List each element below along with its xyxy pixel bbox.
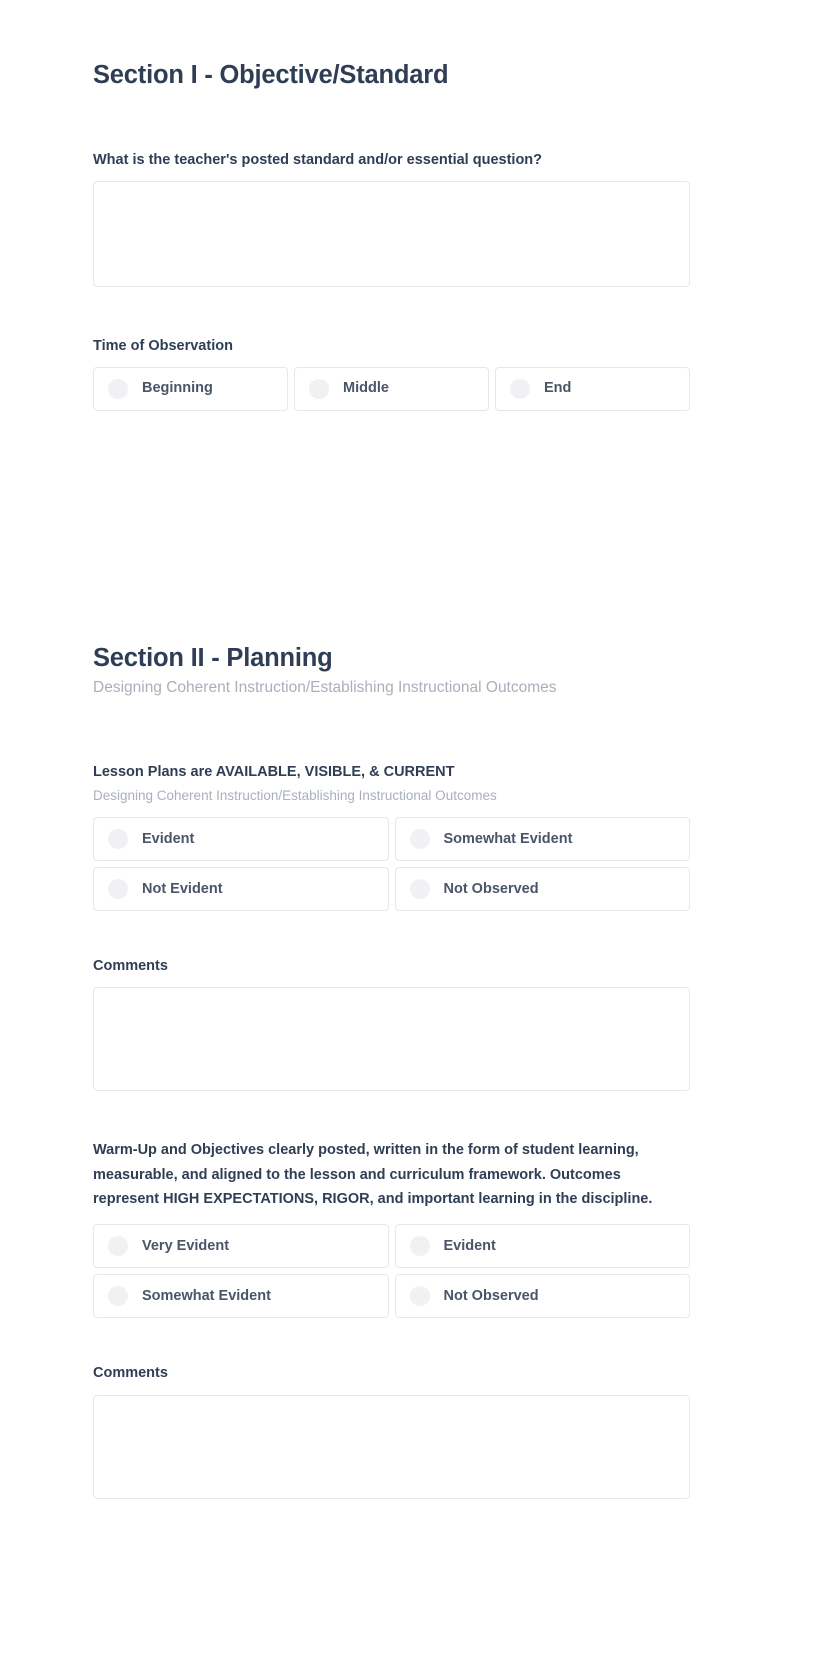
- option-not-observed[interactable]: Not Observed: [394, 866, 690, 911]
- radio-icon[interactable]: [409, 828, 430, 849]
- radio-icon[interactable]: [409, 1236, 430, 1257]
- comments-two-textarea[interactable]: [93, 1394, 690, 1499]
- question-comments-two: Comments: [93, 1362, 690, 1499]
- option-end-label: End: [544, 380, 572, 397]
- section-two-subtitle: Designing Coherent Instruction/Establish…: [93, 679, 557, 697]
- section-one-title: Section I - Objective/Standard: [93, 61, 449, 89]
- section-two-title: Section II - Planning: [93, 643, 333, 672]
- option-not-observed-label: Not Observed: [443, 1288, 539, 1305]
- question-time-of-observation-label: Time of Observation: [93, 338, 233, 355]
- section-two: Section II - Planning Designing Coherent…: [93, 643, 690, 700]
- question-posted-standard: What is the teacher's posted standard an…: [93, 149, 690, 288]
- section-one: Section I - Objective/Standard: [93, 0, 690, 91]
- option-evident-label: Evident: [443, 1238, 496, 1255]
- question-lesson-plans: Lesson Plans are AVAILABLE, VISIBLE, & C…: [93, 761, 690, 911]
- question-lesson-plans-help: Designing Coherent Instruction/Establish…: [93, 787, 497, 803]
- lesson-plans-options: Evident Somewhat Evident Not Evident Not…: [93, 816, 690, 911]
- question-comments-two-label: Comments: [93, 1365, 168, 1382]
- comments-one-textarea[interactable]: [93, 987, 690, 1092]
- option-not-observed[interactable]: Not Observed: [394, 1274, 690, 1319]
- radio-icon[interactable]: [108, 1286, 128, 1307]
- radio-icon[interactable]: [409, 878, 430, 899]
- option-end[interactable]: End: [495, 366, 690, 411]
- time-of-observation-options: Beginning Middle End: [93, 366, 690, 411]
- option-somewhat-evident[interactable]: Somewhat Evident: [394, 816, 690, 861]
- question-comments-one-label: Comments: [93, 957, 168, 974]
- radio-icon[interactable]: [108, 378, 128, 399]
- option-middle-label: Middle: [343, 380, 389, 397]
- question-warmup-objectives-label: Warm-Up and Objectives clearly posted, w…: [93, 1142, 653, 1208]
- radio-icon[interactable]: [108, 828, 128, 849]
- observation-form-page: Section I - Objective/Standard What is t…: [0, 0, 840, 1680]
- radio-icon[interactable]: [510, 378, 530, 399]
- question-posted-standard-label: What is the teacher's posted standard an…: [93, 151, 543, 168]
- question-comments-one: Comments: [93, 955, 690, 1092]
- radio-icon[interactable]: [409, 1286, 430, 1307]
- radio-icon[interactable]: [108, 878, 128, 899]
- radio-icon[interactable]: [309, 378, 329, 399]
- option-evident[interactable]: Evident: [394, 1224, 690, 1269]
- form-content: Section I - Objective/Standard What is t…: [93, 0, 690, 1499]
- option-somewhat-evident-label: Somewhat Evident: [443, 830, 573, 847]
- question-time-of-observation: Time of Observation Beginning Middle End: [93, 335, 690, 411]
- posted-standard-textarea[interactable]: [93, 181, 690, 288]
- option-middle[interactable]: Middle: [294, 366, 489, 411]
- option-somewhat-evident-label: Somewhat Evident: [142, 1288, 271, 1305]
- option-somewhat-evident[interactable]: Somewhat Evident: [93, 1274, 389, 1319]
- option-not-evident[interactable]: Not Evident: [93, 866, 389, 911]
- option-very-evident[interactable]: Very Evident: [93, 1224, 389, 1269]
- warmup-objectives-options: Very Evident Evident Somewhat Evident No…: [93, 1224, 690, 1319]
- option-evident-label: Evident: [142, 830, 195, 847]
- option-beginning-label: Beginning: [142, 380, 213, 397]
- option-evident[interactable]: Evident: [93, 816, 389, 861]
- option-beginning[interactable]: Beginning: [93, 366, 288, 411]
- option-very-evident-label: Very Evident: [142, 1238, 230, 1255]
- question-lesson-plans-label: Lesson Plans are AVAILABLE, VISIBLE, & C…: [93, 764, 455, 781]
- option-not-evident-label: Not Evident: [142, 880, 223, 897]
- question-warmup-objectives: Warm-Up and Objectives clearly posted, w…: [93, 1138, 690, 1319]
- radio-icon[interactable]: [108, 1236, 128, 1257]
- option-not-observed-label: Not Observed: [443, 880, 539, 897]
